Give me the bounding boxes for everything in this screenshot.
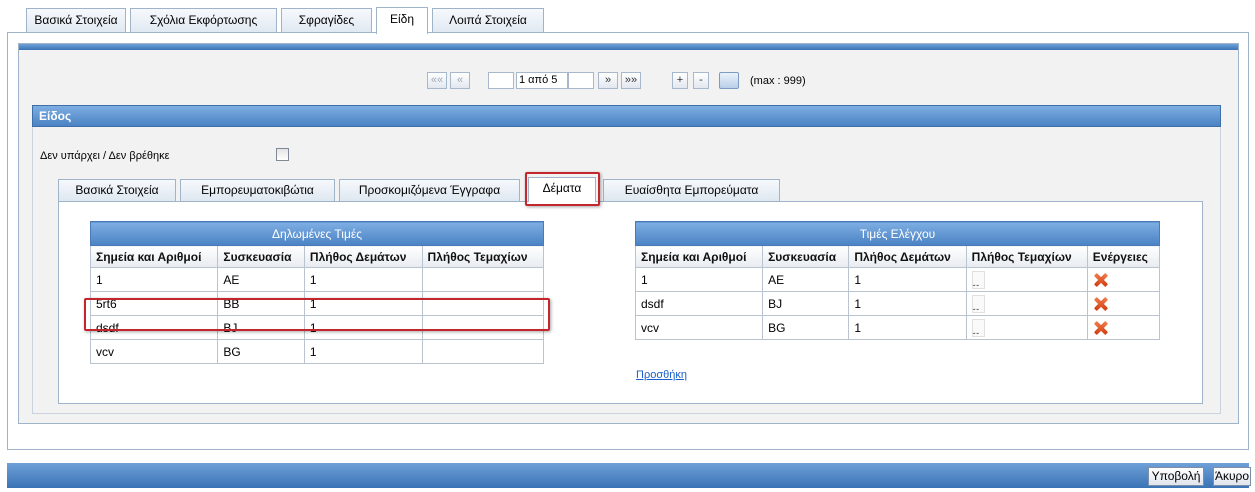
table-cell: 1 [303, 267, 423, 292]
table-row[interactable]: 1 AE 1 [634, 267, 1161, 292]
pager-blank-field-2 [568, 72, 594, 89]
declared-values-caption: Δηλωμένες Τιμές [90, 221, 544, 246]
section-title: Είδος [32, 105, 1221, 127]
table-cell: 1 [848, 291, 967, 316]
table-row[interactable]: 5rt6 BB 1 [89, 291, 545, 316]
tab-seals[interactable]: Σφραγίδες [281, 8, 372, 33]
table-row[interactable]: dsdf BJ 1 [634, 291, 1161, 316]
subtab-documents[interactable]: Προσκομιζόμενα Έγγραφα [339, 179, 520, 202]
table-cell: 1 [634, 267, 764, 292]
footer-bar [7, 463, 1249, 488]
table-cell: BJ [217, 315, 305, 340]
control-values-caption: Τιμές Ελέγχου [635, 221, 1160, 246]
column-header: Πλήθος Δεμάτων [848, 245, 967, 268]
table-cell: 1 [303, 291, 423, 316]
table-cell [421, 291, 545, 316]
pager-last-button[interactable]: »» [621, 72, 641, 89]
table-cell [965, 291, 1088, 316]
table-cell: 1 [848, 315, 967, 340]
pager-prev-button[interactable]: « [450, 72, 470, 89]
table-cell: vcv [89, 339, 219, 364]
table-cell: vcv [634, 315, 764, 340]
table-cell: AE [217, 267, 305, 292]
pager-max-label: (max : 999) [750, 75, 806, 87]
table-cell: BG [762, 315, 850, 340]
table-cell: 1 [848, 267, 967, 292]
table-cell [421, 315, 545, 340]
tab-other-info[interactable]: Λοιπά Στοιχεία [432, 8, 544, 33]
subtab-sensitive-goods[interactable]: Ευαίσθητα Εμπορεύματα [603, 179, 780, 202]
pager-next-button[interactable]: » [598, 72, 618, 89]
table-cell: BB [217, 291, 305, 316]
cancel-button[interactable]: Άκυρο [1213, 467, 1251, 486]
table-cell: 5rt6 [89, 291, 219, 316]
column-header: Συσκευασία [217, 245, 305, 268]
pager-first-button[interactable]: «« [427, 72, 447, 89]
remove-item-button[interactable]: - [693, 72, 709, 89]
column-header: Πλήθος Τεμαχίων [965, 245, 1088, 268]
column-header: Συσκευασία [762, 245, 850, 268]
tab-items[interactable]: Είδη [376, 7, 428, 34]
window-icon[interactable] [719, 72, 739, 89]
table-row[interactable]: 1 AE 1 [89, 267, 545, 292]
delete-icon[interactable] [1093, 321, 1107, 335]
column-header: Πλήθος Δεμάτων [303, 245, 423, 268]
items-header-bar [19, 44, 1238, 50]
add-link[interactable]: Προσθήκη [636, 369, 687, 381]
pager-blank-field [488, 72, 514, 89]
submit-button[interactable]: Υποβολή [1148, 467, 1204, 486]
table-cell: dsdf [634, 291, 764, 316]
tab-basic-info[interactable]: Βασικά Στοιχεία [26, 8, 126, 33]
table-cell [1086, 267, 1161, 292]
subtab-containers[interactable]: Εμπορευματοκιβώτια [180, 179, 335, 202]
table-cell: BG [217, 339, 305, 364]
column-header: Σημεία και Αριθμοί [89, 245, 219, 268]
pager-page-field[interactable]: 1 από 5 [516, 72, 568, 89]
table-cell [421, 267, 545, 292]
column-header: Σημεία και Αριθμοί [634, 245, 764, 268]
pieces-input[interactable] [971, 318, 985, 338]
not-found-label: Δεν υπάρχει / Δεν βρέθηκε [40, 150, 170, 162]
table-cell [965, 267, 1088, 292]
subtab-basic-info[interactable]: Βασικά Στοιχεία [58, 179, 176, 202]
delete-icon[interactable] [1093, 297, 1107, 311]
pieces-input[interactable] [971, 294, 985, 314]
pieces-input[interactable] [971, 270, 985, 290]
table-cell: 1 [303, 315, 423, 340]
subtab-packages[interactable]: Δέματα [528, 177, 596, 202]
declared-values-table: Δηλωμένες Τιμές Σημεία και Αριθμοί Συσκε… [89, 221, 545, 364]
add-item-button[interactable]: + [672, 72, 688, 89]
table-cell: dsdf [89, 315, 219, 340]
control-values-table: Τιμές Ελέγχου Σημεία και Αριθμοί Συσκευα… [634, 221, 1161, 340]
table-row[interactable]: vcv BG 1 [634, 315, 1161, 340]
tab-unloading-comments[interactable]: Σχόλια Εκφόρτωσης [130, 8, 277, 33]
delete-icon[interactable] [1093, 273, 1107, 287]
table-cell [1086, 291, 1161, 316]
table-cell [965, 315, 1088, 340]
table-cell [421, 339, 545, 364]
not-found-checkbox[interactable] [276, 148, 289, 161]
table-row[interactable]: vcv BG 1 [89, 339, 545, 364]
table-cell: 1 [89, 267, 219, 292]
table-row[interactable]: dsdf BJ 1 [89, 315, 545, 340]
table-cell: AE [762, 267, 850, 292]
column-header: Πλήθος Τεμαχίων [421, 245, 545, 268]
table-cell [1086, 315, 1161, 340]
table-cell: BJ [762, 291, 850, 316]
column-header: Ενέργειες [1086, 245, 1161, 268]
table-cell: 1 [303, 339, 423, 364]
